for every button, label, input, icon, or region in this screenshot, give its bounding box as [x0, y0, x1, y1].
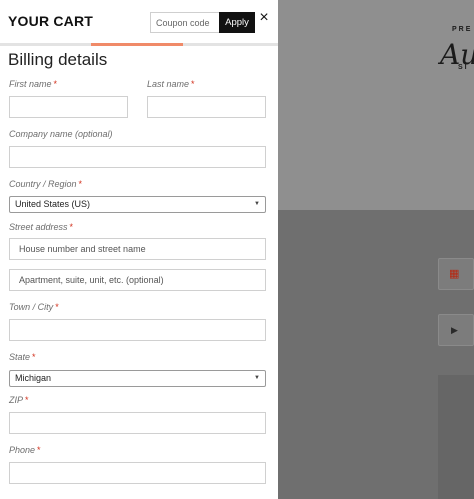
- background-card: [438, 375, 474, 499]
- required-marker: *: [37, 445, 41, 455]
- required-marker: *: [53, 79, 58, 89]
- required-marker: *: [55, 302, 59, 312]
- country-select[interactable]: United States (US) ▼: [9, 196, 266, 213]
- zip-field[interactable]: [9, 412, 266, 434]
- zip-label: ZIP *: [9, 395, 29, 405]
- street-address-line2-field[interactable]: [9, 269, 266, 291]
- brand-logo: PRE Au SI: [438, 24, 474, 74]
- required-marker: *: [191, 79, 195, 89]
- phone-label: Phone *: [9, 445, 41, 455]
- last-name-field[interactable]: [147, 96, 266, 118]
- logo-top-text: PRE: [452, 26, 473, 33]
- checkout-progress-fill: [91, 43, 183, 46]
- coupon-code-input[interactable]: [150, 12, 220, 33]
- billing-details-heading: Billing details: [8, 50, 108, 69]
- country-label: Country / Region *: [9, 179, 83, 189]
- cart-title: YOUR CART: [8, 13, 94, 29]
- background-page: PRE Au SI ▦ ▶: [278, 0, 474, 499]
- company-name-field[interactable]: [9, 146, 266, 168]
- cart-header: YOUR CART Apply ×: [0, 0, 278, 44]
- first-name-label: First name *: [9, 79, 58, 89]
- required-marker: *: [78, 179, 83, 189]
- country-selected-value: United States (US): [15, 199, 91, 209]
- logo-script-text: Au: [440, 38, 474, 71]
- checkout-progress-bar: [0, 43, 278, 46]
- required-marker: *: [32, 352, 36, 362]
- play-button[interactable]: ▶: [438, 314, 474, 346]
- state-label: State *: [9, 352, 36, 362]
- state-selected-value: Michigan: [15, 373, 52, 383]
- phone-field[interactable]: [9, 462, 266, 484]
- required-marker: *: [69, 222, 74, 232]
- apply-coupon-button[interactable]: Apply: [219, 12, 255, 33]
- play-icon: ▶: [451, 325, 458, 335]
- city-field[interactable]: [9, 319, 266, 341]
- chevron-down-icon: ▼: [254, 375, 260, 381]
- first-name-field[interactable]: [9, 96, 128, 118]
- grid-icon: ▦: [449, 268, 460, 280]
- grid-view-button[interactable]: ▦: [438, 258, 474, 290]
- required-marker: *: [25, 395, 29, 405]
- close-icon[interactable]: ×: [258, 10, 270, 26]
- last-name-label: Last name *: [147, 79, 195, 89]
- cart-drawer: YOUR CART Apply × Billing details First …: [0, 0, 278, 499]
- street-address-line1-field[interactable]: [9, 238, 266, 260]
- street-address-label: Street address *: [9, 222, 74, 232]
- city-label: Town / City *: [9, 302, 59, 312]
- company-name-label: Company name (optional): [9, 129, 113, 139]
- logo-bottom-text: SI: [458, 64, 469, 71]
- chevron-down-icon: ▼: [254, 201, 260, 207]
- state-select[interactable]: Michigan ▼: [9, 370, 266, 387]
